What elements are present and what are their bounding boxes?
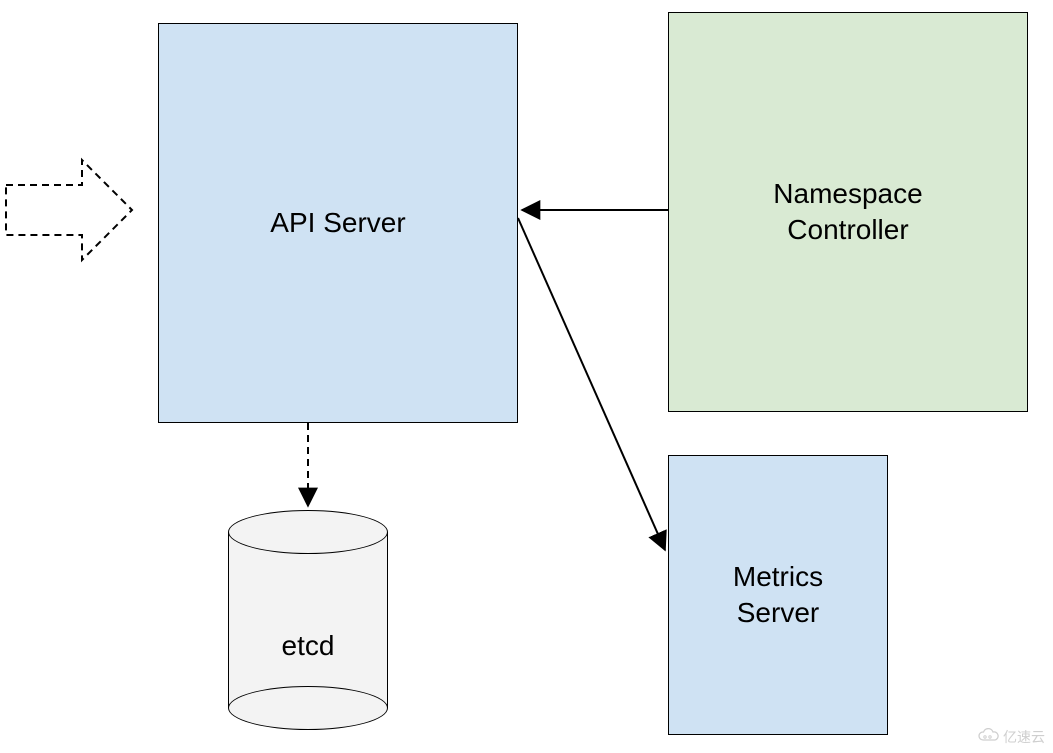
etcd-bottom-ellipse — [228, 686, 388, 730]
node-etcd-label: etcd — [228, 630, 388, 662]
node-api-server-label: API Server — [270, 207, 405, 239]
node-api-server: API Server — [158, 23, 518, 423]
node-metrics-server: Metrics Server — [668, 455, 888, 735]
node-namespace-controller-label: Namespace Controller — [773, 176, 922, 249]
external-input-arrow — [6, 160, 132, 260]
cloud-icon — [977, 728, 999, 747]
node-etcd: etcd — [228, 510, 388, 730]
watermark: 亿速云 — [977, 727, 1045, 747]
watermark-text: 亿速云 — [1003, 727, 1045, 747]
edge-api-to-metrics — [518, 218, 665, 550]
node-metrics-server-label: Metrics Server — [733, 559, 823, 632]
node-namespace-controller: Namespace Controller — [668, 12, 1028, 412]
etcd-body — [228, 532, 388, 708]
etcd-top-ellipse — [228, 510, 388, 554]
